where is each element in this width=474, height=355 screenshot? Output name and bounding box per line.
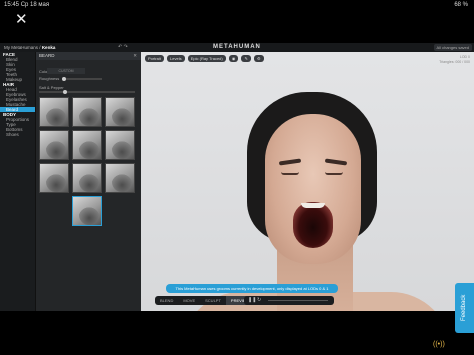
settings-icon[interactable]: ⚙ [253, 55, 264, 62]
render-quality-button[interactable]: Epic (Ray Traced) [187, 55, 226, 62]
character-teeth [301, 203, 325, 208]
roughness-slider[interactable] [62, 77, 102, 81]
beard-style-tile[interactable] [39, 97, 69, 127]
metahuman-app: My MetaHumans / Kenka ↶ ↷ METAHUMAN All … [0, 43, 474, 311]
category-nav: FACE Blend Skin Eyes Teeth Makeup HAIR H… [0, 52, 35, 311]
panel-title: BEARD [39, 53, 55, 58]
feedback-button[interactable]: Feedback [455, 283, 474, 333]
salt-pepper-slider[interactable] [39, 90, 135, 94]
undo-redo-icons[interactable]: ↶ ↷ [118, 44, 128, 50]
salt-pepper-label: Salt & Pepper [39, 85, 64, 90]
beard-style-tile[interactable] [39, 130, 69, 160]
character-mouth-open [293, 202, 333, 248]
beard-style-tile[interactable] [72, 163, 102, 193]
mode-move[interactable]: MOVE [178, 296, 200, 305]
camera-icon[interactable]: ◉ [228, 55, 239, 62]
timeline-track[interactable] [268, 300, 328, 301]
right-eye-closed [325, 172, 343, 175]
animation-playbar: ❚❚ ↻ [244, 296, 334, 305]
viewport-info: LOD 0 Triangles: 000 / 000 [439, 55, 470, 64]
beard-style-tile[interactable] [72, 130, 102, 160]
beard-style-tile[interactable] [105, 130, 135, 160]
panel-header: BEARD ✕ [36, 52, 141, 60]
saved-status: All changes saved [433, 44, 472, 51]
loop-icon[interactable]: ↻ [257, 297, 261, 303]
status-bar: 15:45 Ср 18 мая 68 % [0, 0, 474, 12]
beard-style-tile[interactable] [39, 163, 69, 193]
pause-icon[interactable]: ❚❚ [248, 297, 256, 303]
battery-indicator: 68 % [454, 2, 468, 8]
viewport-toolbar: Portrait Levels Epic (Ray Traced) ◉ ✎ ⚙ [145, 55, 266, 62]
top-bar: My MetaHumans / Kenka ↶ ↷ METAHUMAN All … [0, 43, 474, 52]
groom-notice-banner: This MetaHuman uses grooms currently in … [166, 284, 338, 293]
beard-style-tile[interactable] [72, 97, 102, 127]
color-picker[interactable]: CUSTOM [47, 68, 85, 74]
app-logo: METAHUMAN [213, 44, 261, 50]
beard-style-tile-selected[interactable] [72, 196, 102, 226]
broadcast-icon: ((•)) [433, 341, 445, 348]
breadcrumb[interactable]: My MetaHumans / Kenka [4, 45, 55, 50]
beard-style-tile[interactable] [105, 97, 135, 127]
roughness-label: Roughness [39, 76, 60, 81]
left-eye-closed [281, 172, 299, 175]
mode-sculpt[interactable]: SCULPT [200, 296, 226, 305]
mode-switcher: BLEND MOVE SCULPT PREVIEW [155, 296, 255, 305]
portrait-button[interactable]: Portrait [145, 55, 164, 62]
close-icon[interactable]: ✕ [15, 12, 31, 28]
3d-viewport[interactable]: Portrait Levels Epic (Ray Traced) ◉ ✎ ⚙ … [141, 52, 474, 311]
mode-blend[interactable]: BLEND [155, 296, 178, 305]
panel-close-icon[interactable]: ✕ [133, 52, 137, 60]
beard-style-tile[interactable] [105, 163, 135, 193]
levels-button[interactable]: Levels [167, 55, 185, 62]
status-time: 15:45 Ср 18 мая [4, 2, 50, 8]
nav-item-shoes[interactable]: Shoes [0, 132, 35, 137]
edit-icon[interactable]: ✎ [241, 55, 251, 62]
